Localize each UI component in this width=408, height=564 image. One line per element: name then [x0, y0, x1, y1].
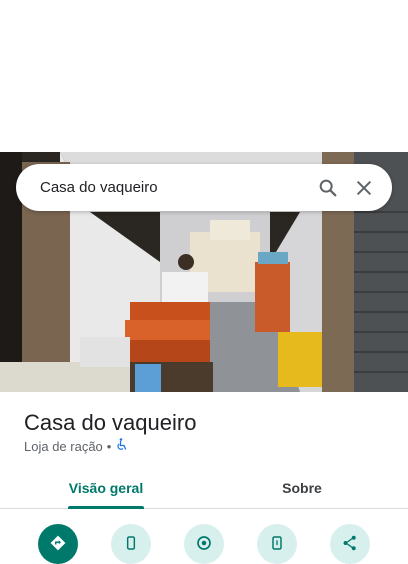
- search-input[interactable]: Casa do vaqueiro: [16, 179, 310, 196]
- tab-overview[interactable]: Visão geral: [36, 468, 176, 508]
- wheelchair-icon: [115, 438, 127, 454]
- action-buttons-row: [0, 520, 408, 564]
- share-icon: [341, 534, 359, 564]
- close-icon[interactable]: [346, 170, 382, 206]
- separator-dot: •: [106, 438, 112, 454]
- blank-header-area: [0, 0, 408, 152]
- place-subtitle: Loja de ração •: [24, 438, 127, 454]
- search-icon[interactable]: [310, 170, 346, 206]
- place-title: Casa do vaqueiro: [24, 410, 197, 435]
- send-to-phone-icon: [269, 534, 285, 564]
- nearby-icon: [195, 534, 213, 564]
- search-bar[interactable]: Casa do vaqueiro: [16, 164, 392, 211]
- phone-button[interactable]: [111, 524, 151, 564]
- nearby-button[interactable]: [184, 524, 224, 564]
- directions-icon: [49, 534, 67, 564]
- tab-bar: Visão geral Sobre: [0, 468, 408, 509]
- active-tab-indicator: [68, 506, 144, 509]
- phone-icon: [123, 534, 139, 564]
- share-button[interactable]: [330, 524, 370, 564]
- send-to-phone-button[interactable]: [257, 524, 297, 564]
- directions-button[interactable]: [38, 524, 78, 564]
- tab-about[interactable]: Sobre: [232, 468, 372, 508]
- place-category: Loja de ração: [24, 438, 103, 454]
